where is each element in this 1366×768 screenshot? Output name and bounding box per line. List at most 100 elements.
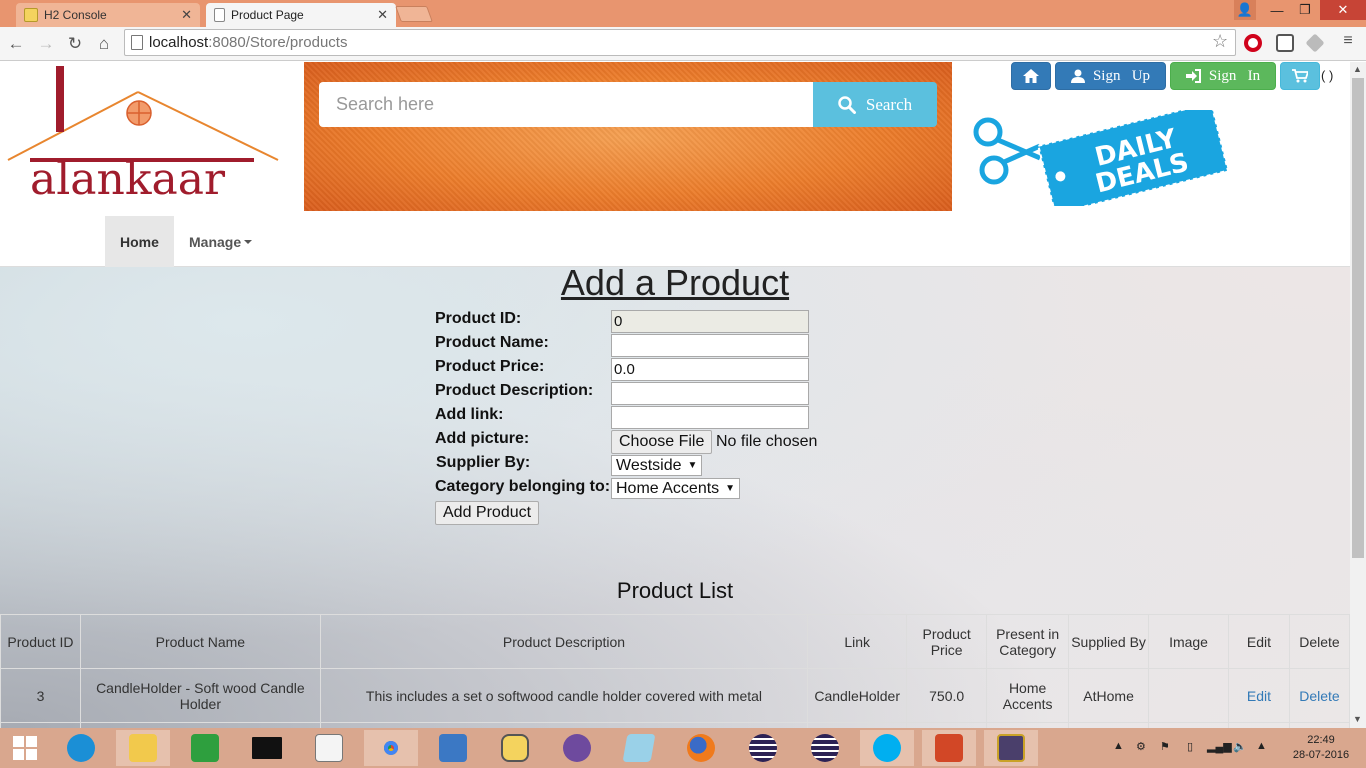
nav-manage-dropdown[interactable]: Manage bbox=[174, 216, 267, 267]
windows-taskbar: ▲ ⚙ ⚑ ▯ ▂▄▆ 🔈 ▲ 22:49 28-07-2016 bbox=[0, 728, 1366, 768]
scrollbar-thumb[interactable] bbox=[1352, 78, 1364, 558]
column-header: Product Description bbox=[319, 614, 809, 669]
product-id-label: Product ID: bbox=[435, 310, 522, 327]
flag-icon[interactable]: ⚑ bbox=[1160, 740, 1170, 753]
bookmark-star-icon[interactable]: ☆ bbox=[1212, 31, 1228, 52]
cell-product-link: CandleHolder bbox=[807, 668, 908, 723]
column-header: Link bbox=[807, 614, 908, 669]
minimize-button[interactable]: — bbox=[1264, 0, 1290, 20]
skype-icon[interactable] bbox=[860, 730, 914, 766]
file-explorer-icon[interactable] bbox=[116, 730, 170, 766]
address-bar[interactable]: localhost:8080/Store/products bbox=[124, 29, 1236, 56]
signal-icon[interactable]: ▂▄▆ bbox=[1207, 740, 1232, 753]
opera-extension-icon[interactable] bbox=[1244, 34, 1262, 52]
column-header: Product Name bbox=[79, 614, 321, 669]
dropdown-arrow-icon: ▼ bbox=[687, 460, 698, 471]
remote-desktop-icon[interactable] bbox=[426, 730, 480, 766]
close-icon[interactable]: ✕ bbox=[181, 7, 192, 23]
powerpoint-icon[interactable] bbox=[922, 730, 976, 766]
battery-icon[interactable]: ▯ bbox=[1187, 740, 1193, 753]
close-icon[interactable]: ✕ bbox=[377, 7, 388, 23]
cell-product-price: 750.0 bbox=[906, 668, 988, 723]
start-button[interactable] bbox=[0, 730, 50, 766]
page-scrollbar[interactable]: ▲ ▼ bbox=[1350, 62, 1366, 728]
reader-icon[interactable] bbox=[302, 730, 356, 766]
tab-product-page[interactable]: Product Page ✕ bbox=[206, 3, 396, 27]
dropdown-arrow-icon: ▼ bbox=[725, 483, 736, 494]
tab-title: H2 Console bbox=[44, 8, 107, 22]
daily-deals-badge[interactable]: DAILY DEALS bbox=[970, 110, 1242, 206]
column-header: Edit bbox=[1228, 614, 1290, 669]
supplier-label: Supplier By: bbox=[436, 454, 531, 471]
clock-time: 22:49 bbox=[1307, 734, 1335, 746]
system-clock[interactable]: 22:49 28-07-2016 bbox=[1286, 733, 1356, 763]
svg-text:alankaar: alankaar bbox=[30, 154, 226, 204]
nav-home[interactable]: Home bbox=[105, 216, 174, 267]
product-id-input[interactable]: 0 bbox=[611, 310, 809, 333]
alankaar-logo[interactable]: alankaar bbox=[6, 64, 282, 204]
menu-icon[interactable]: ≡ bbox=[1338, 32, 1358, 50]
notes-icon[interactable] bbox=[612, 730, 666, 766]
product-price-input[interactable]: 0.0 bbox=[611, 358, 809, 381]
search-button[interactable]: Search bbox=[813, 82, 937, 127]
h2-database-icon[interactable] bbox=[488, 730, 542, 766]
column-header: Supplied By bbox=[1068, 614, 1150, 669]
google-drive-icon[interactable]: ▲ bbox=[1256, 740, 1267, 752]
scroll-down-icon[interactable]: ▼ bbox=[1353, 714, 1362, 724]
caret-down-icon bbox=[244, 239, 253, 244]
reload-icon[interactable]: ↻ bbox=[65, 34, 85, 54]
cart-button[interactable] bbox=[1280, 62, 1320, 90]
product-list-title: Product List bbox=[616, 578, 734, 603]
show-hidden-icons[interactable]: ▲ bbox=[1113, 740, 1124, 752]
column-header: Delete bbox=[1288, 614, 1350, 669]
new-tab-button[interactable] bbox=[395, 6, 433, 22]
maximize-button[interactable]: ❐ bbox=[1292, 0, 1318, 20]
sign-up-button[interactable]: Sign Up bbox=[1055, 62, 1166, 90]
firefox-icon[interactable] bbox=[674, 730, 728, 766]
nav-home-label: Home bbox=[120, 233, 159, 250]
sign-up-label: Sign Up bbox=[1092, 67, 1151, 84]
home-icon[interactable]: ⌂ bbox=[94, 34, 114, 54]
add-link-input[interactable] bbox=[611, 406, 809, 429]
search-button-label: Search bbox=[865, 94, 913, 114]
chrome-icon[interactable] bbox=[364, 730, 418, 766]
close-button[interactable]: ✕ bbox=[1320, 0, 1366, 20]
github-icon[interactable] bbox=[550, 730, 604, 766]
delete-link[interactable]: Delete bbox=[1299, 688, 1339, 704]
command-prompt-icon[interactable] bbox=[240, 730, 294, 766]
user-icon bbox=[1070, 69, 1085, 83]
page-info-icon[interactable] bbox=[131, 35, 143, 50]
user-icon[interactable]: 👤 bbox=[1234, 0, 1256, 20]
store-icon[interactable] bbox=[178, 730, 232, 766]
form-title: Add a Product bbox=[560, 262, 790, 303]
edit-link[interactable]: Edit bbox=[1247, 688, 1271, 704]
file-status: No file chosen bbox=[716, 433, 818, 450]
network-share-icon[interactable]: ⚙ bbox=[1136, 740, 1146, 753]
add-product-button[interactable]: Add Product bbox=[435, 501, 540, 525]
java-ee-ide-icon[interactable] bbox=[984, 730, 1038, 766]
address-host: localhost bbox=[149, 34, 209, 51]
forward-icon[interactable]: → bbox=[36, 34, 56, 54]
supplier-select[interactable]: Westside ▼ bbox=[611, 455, 703, 476]
product-name-input[interactable] bbox=[611, 334, 809, 357]
choose-file-button[interactable]: Choose File bbox=[611, 430, 713, 454]
tab-h2-console[interactable]: H2 Console ✕ bbox=[16, 3, 200, 27]
product-description-input[interactable] bbox=[611, 382, 809, 405]
product-price-label: Product Price: bbox=[435, 358, 545, 375]
cell-product-description: This includes a set o softwood candle ho… bbox=[319, 668, 809, 723]
category-select[interactable]: Home Accents ▼ bbox=[611, 478, 741, 499]
back-icon[interactable]: ← bbox=[6, 34, 26, 54]
eclipse-ee-icon[interactable] bbox=[798, 730, 852, 766]
volume-icon[interactable]: 🔈 bbox=[1233, 740, 1247, 753]
search-input[interactable]: Search here bbox=[319, 82, 814, 127]
extension-icon[interactable] bbox=[1276, 34, 1294, 52]
page-icon bbox=[214, 8, 225, 22]
cell-edit: Edit bbox=[1228, 668, 1290, 723]
scroll-up-icon[interactable]: ▲ bbox=[1353, 64, 1362, 74]
sign-in-button[interactable]: Sign In bbox=[1170, 62, 1276, 90]
cell-delete: Delete bbox=[1288, 668, 1350, 723]
internet-explorer-icon[interactable] bbox=[54, 730, 108, 766]
home-button[interactable] bbox=[1011, 62, 1051, 90]
main-content: Add a Product Product ID: 0 Product Name… bbox=[0, 262, 1350, 728]
eclipse-icon[interactable] bbox=[736, 730, 790, 766]
